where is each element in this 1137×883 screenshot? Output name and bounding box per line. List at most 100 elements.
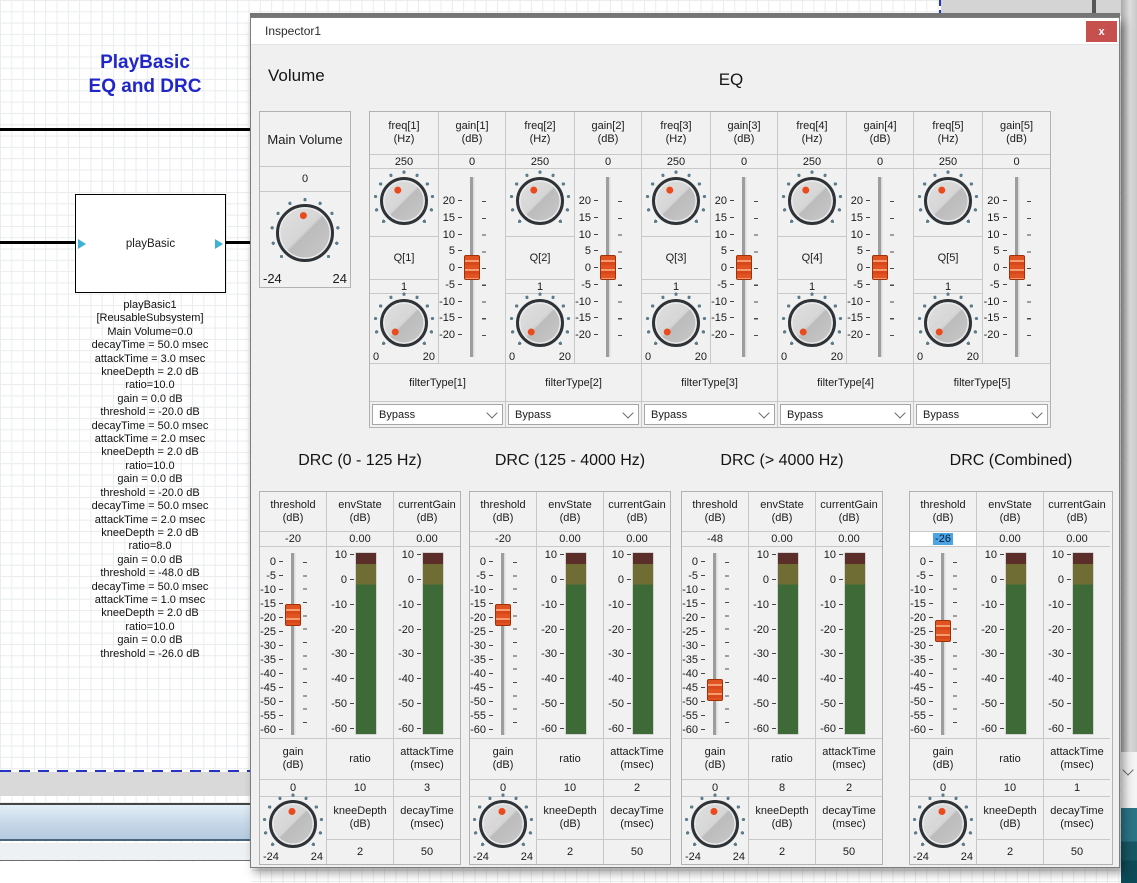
knob-max-label: 24: [311, 851, 323, 863]
gain-knob[interactable]: [691, 800, 739, 848]
threshold-slider-handle[interactable]: [707, 679, 723, 701]
decaytime-value[interactable]: 50: [816, 840, 882, 864]
gain-slider-handle[interactable]: [872, 255, 888, 280]
freq-knob[interactable]: [788, 177, 836, 225]
decaytime-value[interactable]: 50: [1044, 840, 1110, 864]
threshold-value[interactable]: -20: [260, 532, 326, 547]
tick-label: 15: [987, 211, 1006, 225]
threshold-value[interactable]: -20: [470, 532, 536, 547]
q-knob[interactable]: [788, 299, 836, 347]
ratio-value[interactable]: 10: [977, 780, 1043, 797]
freq-value[interactable]: 250: [370, 155, 439, 168]
knob-body: [788, 177, 836, 225]
freq-value[interactable]: 250: [914, 155, 983, 168]
knob-max-label: 20: [967, 351, 979, 363]
freq-q-column: Q[4] 1 0 20: [778, 169, 847, 363]
gain-header: gain(dB): [910, 739, 976, 780]
threshold-slider[interactable]: 0-5-10-15-20-25-30-35-40-45-50-55-60: [682, 547, 748, 739]
threshold-value-editing[interactable]: -26: [910, 532, 976, 547]
chevron-down-icon: [894, 407, 905, 418]
threshold-value[interactable]: -48: [682, 532, 748, 547]
ratio-value[interactable]: 10: [327, 780, 393, 797]
gain-slider-handle[interactable]: [1009, 255, 1025, 280]
freq-value[interactable]: 250: [506, 155, 575, 168]
attacktime-value[interactable]: 1: [1044, 780, 1110, 797]
gain-slider[interactable]: 20151050-5-10-15-20: [711, 169, 777, 363]
attacktime-value[interactable]: 3: [394, 780, 460, 797]
q-knob[interactable]: [652, 299, 700, 347]
filter-type-dropdown[interactable]: Bypass: [780, 404, 911, 425]
freq-knob[interactable]: [924, 177, 972, 225]
filter-type-dropdown[interactable]: Bypass: [644, 404, 775, 425]
slider-tick-dashes: [1027, 201, 1031, 337]
freq-value[interactable]: 250: [778, 155, 847, 168]
gain-value[interactable]: 0: [983, 155, 1050, 168]
gain-value[interactable]: 0: [847, 155, 913, 168]
decaytime-value[interactable]: 50: [604, 840, 670, 864]
gain-value[interactable]: 0: [711, 155, 777, 168]
kneedepth-value[interactable]: 2: [327, 840, 393, 864]
q-knob[interactable]: [516, 299, 564, 347]
threshold-slider-handle[interactable]: [495, 604, 511, 626]
gain-slider-handle[interactable]: [736, 255, 752, 280]
freq-knob[interactable]: [380, 177, 428, 225]
threshold-slider-handle[interactable]: [285, 604, 301, 626]
filter-type-dropdown[interactable]: Bypass: [372, 404, 503, 425]
attacktime-header: attackTime(msec): [604, 739, 670, 780]
filter-type-dropdown[interactable]: Bypass: [508, 404, 639, 425]
knob-body: [924, 177, 972, 225]
tick-label: -40: [541, 672, 564, 686]
close-button[interactable]: x: [1086, 21, 1117, 42]
attacktime-value[interactable]: 2: [816, 780, 882, 797]
kneedepth-value[interactable]: 2: [537, 840, 603, 864]
freq-knob[interactable]: [516, 177, 564, 225]
kneedepth-value[interactable]: 2: [977, 840, 1043, 864]
main-volume-knob-cell: -24 24: [260, 192, 350, 287]
gain-slider[interactable]: 20151050-5-10-15-20: [575, 169, 641, 363]
gain-slider-handle[interactable]: [600, 255, 616, 280]
q-knob[interactable]: [924, 299, 972, 347]
knob-indicator-dot: [529, 186, 539, 196]
gain-value[interactable]: 0: [575, 155, 641, 168]
tick-label: 20: [987, 194, 1006, 208]
tick-label: 15: [579, 211, 598, 225]
gain-slider[interactable]: 20151050-5-10-15-20: [983, 169, 1050, 363]
freq-q-column: Q[1] 1 0 20: [370, 169, 439, 363]
gain-value[interactable]: 0: [439, 155, 505, 168]
freq-knob[interactable]: [652, 177, 700, 225]
block-parameter-line: kneeDepth = 2.0 dB: [18, 527, 282, 540]
main-volume-value[interactable]: 0: [260, 167, 350, 192]
block-parameter-line: gain = 0.0 dB: [18, 554, 282, 567]
scrollbar-rail[interactable]: [1121, 0, 1137, 883]
slider-tick-dashes: [618, 201, 622, 337]
decaytime-value[interactable]: 50: [394, 840, 460, 864]
attacktime-value[interactable]: 2: [604, 780, 670, 797]
threshold-slider[interactable]: 0-5-10-15-20-25-30-35-40-45-50-55-60: [260, 547, 326, 739]
knob-min-label: 0: [917, 351, 923, 363]
threshold-slider[interactable]: 0-5-10-15-20-25-30-35-40-45-50-55-60: [470, 547, 536, 739]
inspector-titlebar[interactable]: Inspector1 x: [251, 18, 1119, 45]
playbasic-block[interactable]: playBasic: [75, 194, 226, 293]
tick-label: -20: [984, 328, 1007, 342]
threshold-slider-handle[interactable]: [935, 620, 951, 642]
gain-knob[interactable]: [919, 800, 967, 848]
tick-label: -40: [470, 667, 493, 681]
main-volume-knob[interactable]: [276, 204, 334, 262]
kneedepth-value[interactable]: 2: [749, 840, 815, 864]
ratio-value[interactable]: 10: [537, 780, 603, 797]
gain-knob[interactable]: [269, 800, 317, 848]
threshold-slider[interactable]: 0-5-10-15-20-25-30-35-40-45-50-55-60: [910, 547, 976, 739]
gain-knob[interactable]: [479, 800, 527, 848]
filter-type-dropdown[interactable]: Bypass: [916, 404, 1048, 425]
knob-indicator-dot: [937, 186, 947, 196]
gain-slider[interactable]: 20151050-5-10-15-20: [847, 169, 913, 363]
tick-label: -35: [470, 653, 493, 667]
drc-group-title: DRC (0 - 125 Hz): [259, 452, 461, 478]
ratio-value[interactable]: 8: [749, 780, 815, 797]
gain-slider[interactable]: 20151050-5-10-15-20: [439, 169, 505, 363]
gain-slider-handle[interactable]: [464, 255, 480, 280]
tick-label: -10: [331, 598, 354, 612]
freq-value[interactable]: 250: [642, 155, 711, 168]
q-knob[interactable]: [380, 299, 428, 347]
q-label: Q[2]: [506, 237, 574, 280]
